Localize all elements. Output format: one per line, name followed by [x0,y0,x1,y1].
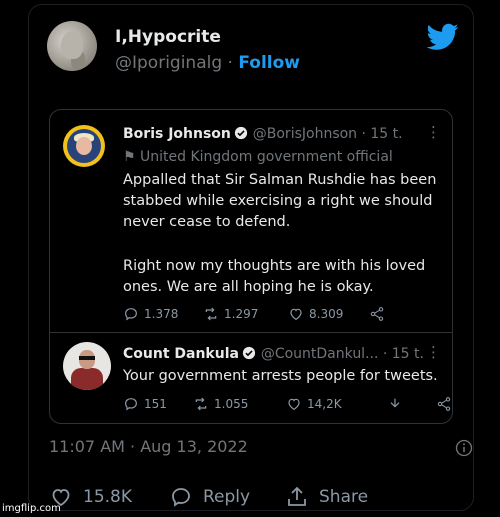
reply-tweet-handle-time[interactable]: @CountDankul... · 15 t. [261,346,424,362]
count-dankula-avatar[interactable] [63,342,111,390]
share-label: Share [319,487,369,507]
first-tweet-more-icon[interactable]: ⋮ [426,123,441,141]
share-icon [437,397,451,411]
reply-tweet-author[interactable]: Count Dankula [123,346,239,362]
reply-icon [125,398,137,411]
reply-tweet-more-icon[interactable]: ⋮ [426,343,441,361]
reply-tweet-header: Count Dankula @CountDankul... · 15 t. [123,346,424,362]
like-action[interactable]: 14,2K [286,396,342,412]
watermark: imgflip.com [2,503,61,514]
share-action[interactable] [369,306,385,322]
retweet-action[interactable]: 1.297 [203,306,258,322]
government-label-text: United Kingdom government official [140,149,393,165]
retweet-count: 1.297 [224,307,259,321]
heart-icon [288,398,300,411]
share-icon [370,307,384,321]
like-count: 14,2K [307,397,342,411]
retweet-count: 1.055 [214,397,249,411]
author-handle-line: @Iporiginalg · Follow [115,53,300,73]
reply-label: Reply [203,487,251,507]
heart-icon [290,308,302,321]
handle-separator: · [227,53,233,73]
reply-count: 1.378 [144,307,179,321]
like-count: 15.8K [83,487,132,507]
share-action[interactable] [436,396,452,412]
share-upload-icon [288,486,306,506]
reply-icon [125,308,137,321]
author-avatar[interactable] [47,21,97,71]
thread-divider [50,332,452,333]
first-tweet-text-p2: Right now my thoughts are with his loved… [123,258,426,295]
download-icon [390,398,400,408]
like-button[interactable]: 15.8K [49,485,132,509]
first-tweet-header: Boris Johnson @BorisJohnson · 15 t. [123,126,403,142]
info-icon[interactable] [455,439,473,457]
verified-badge-icon [234,126,248,140]
follow-button[interactable]: Follow [238,53,300,73]
reply-count: 151 [144,397,167,411]
like-count: 8.309 [309,307,344,321]
quoted-thread[interactable]: Boris Johnson @BorisJohnson · 15 t. ⋮ ⚑ … [49,109,453,424]
author-handle[interactable]: @Iporiginalg [115,53,222,73]
reply-icon [172,488,190,507]
retweet-icon [205,307,217,321]
first-tweet-handle-time[interactable]: @BorisJohnson · 15 t. [253,126,403,142]
verified-badge-icon [242,346,256,360]
twitter-bird-icon[interactable] [427,23,459,51]
like-action[interactable]: 8.309 [288,306,343,322]
download-action[interactable] [387,396,403,412]
retweet-action[interactable]: 1.055 [193,396,248,412]
boris-johnson-avatar[interactable] [63,125,105,167]
first-tweet-author[interactable]: Boris Johnson [123,126,231,142]
reply-action[interactable]: 151 [123,396,167,412]
tweet-card: I,Hypocrite @Iporiginalg · Follow Boris … [28,4,474,511]
flag-icon: ⚑ [123,149,136,165]
reply-tweet-text: Your government arrests people for tweet… [123,368,438,384]
first-tweet-text-p1: Appalled that Sir Salman Rushdie has bee… [123,172,437,230]
share-button[interactable]: Share [285,485,368,509]
government-label: ⚑ United Kingdom government official [123,149,393,165]
retweet-icon [195,397,207,411]
tweet-timestamp[interactable]: 11:07 AM · Aug 13, 2022 [49,437,248,456]
reply-action[interactable]: 1.378 [123,306,178,322]
author-display-name[interactable]: I,Hypocrite [115,27,221,47]
reply-button[interactable]: Reply [169,485,250,509]
